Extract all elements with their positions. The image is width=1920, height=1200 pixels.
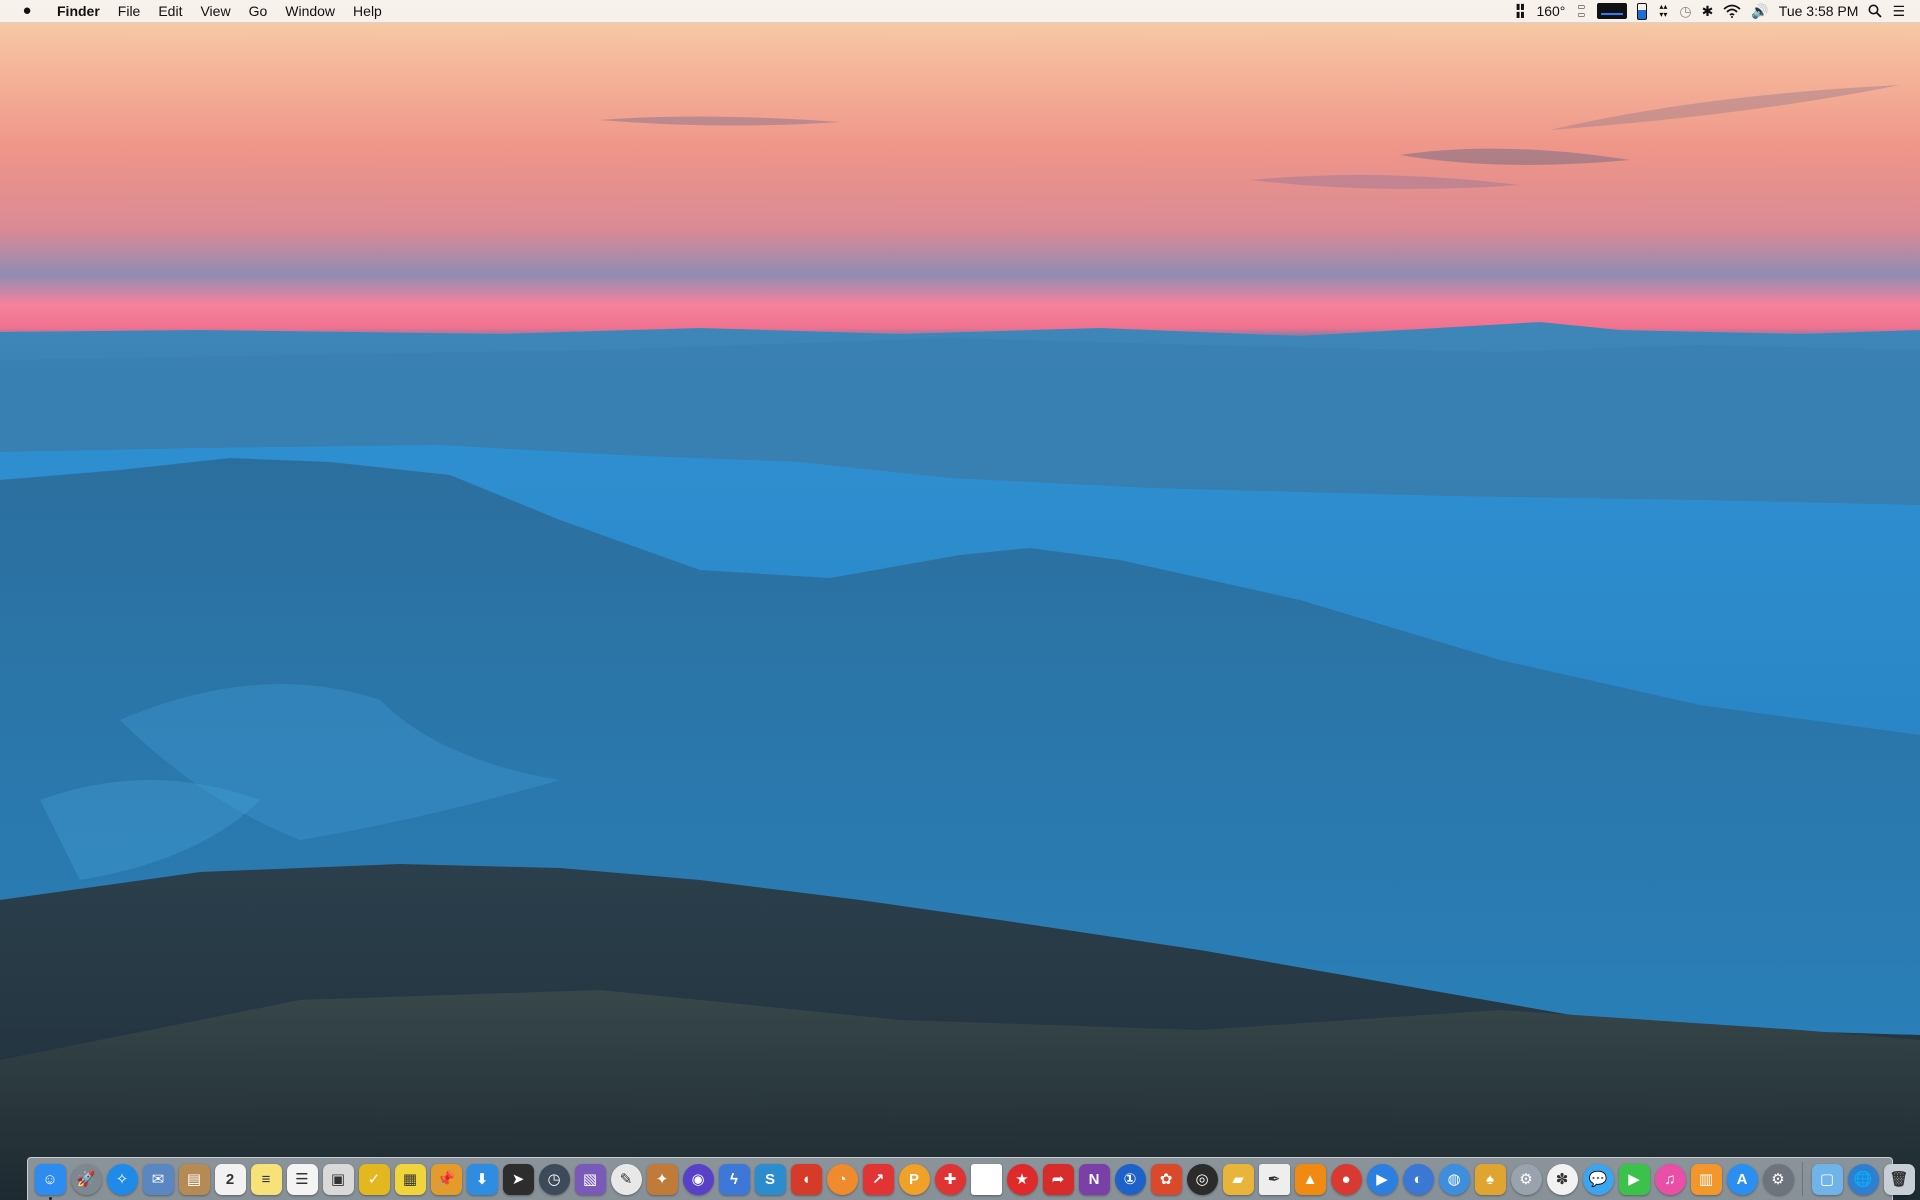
menu-bar: ● Finder File Edit View Go Window Help ▮… <box>0 0 1920 23</box>
dock: ☺ 🚀 ✧ ✉ ▤ 2 ≡ ☰ ▣ ✓ ▦ 📌 ⬇ ➤ ◷ ▧ ✎ ✦ ◉ ϟ S ◖ ◔ ↗ P ✚ ★ ➦ N ① ✿ ◎ ▰ ✒ ▲ ● ▶ ◐ ◍ ♠… <box>27 1157 1915 1200</box>
clock[interactable]: Tue 3:58 PM <box>1774 0 1864 22</box>
itunes-icon[interactable]: ♫ <box>1654 1163 1686 1195</box>
system-stats-icon[interactable]: ▮▮ ▮▮ <box>1509 0 1531 22</box>
globe-purple-icon[interactable]: ◉ <box>682 1163 714 1195</box>
magnifier-glyph <box>1868 4 1883 18</box>
cursor-icon[interactable]: ➤ <box>502 1163 534 1195</box>
menu-help[interactable]: Help <box>344 0 391 22</box>
menu-bar-status-area: ▮▮ ▮▮ 160° ▭ ▭ ▴▴ ▾▾ ◷ ✱ 🔊 Tue 3:58 PM ☰ <box>1509 0 1920 22</box>
flag-icon[interactable]: ➦ <box>1042 1163 1074 1195</box>
quicktime-icon[interactable]: ▶ <box>1366 1163 1398 1195</box>
record-icon[interactable]: ● <box>1330 1163 1362 1195</box>
reminders-icon[interactable]: ☰ <box>286 1163 318 1195</box>
menu-window[interactable]: Window <box>276 0 344 22</box>
wifi-glyph <box>1723 4 1741 18</box>
contacts-icon[interactable]: ▤ <box>178 1163 210 1195</box>
notification-center-icon[interactable]: ☰ <box>1887 0 1910 22</box>
spotlight-search-icon[interactable] <box>1863 0 1887 22</box>
lifesaver-icon[interactable]: ✚ <box>934 1163 966 1195</box>
menu-view[interactable]: View <box>191 0 239 22</box>
script-editor-icon[interactable]: ✎ <box>610 1163 642 1195</box>
apple-menu-icon[interactable]: ● <box>6 0 48 22</box>
finder-icon[interactable]: ☺ <box>34 1163 66 1200</box>
mail-icon[interactable]: ✉ <box>142 1163 174 1195</box>
network-stats-icon[interactable]: ▴▴ ▾▾ <box>1652 0 1674 22</box>
ibooks-icon[interactable]: ▥ <box>1690 1163 1722 1195</box>
istat-icon[interactable]: ◔ <box>826 1163 858 1195</box>
red-star-icon[interactable]: ★ <box>1006 1163 1038 1195</box>
pinwheel-icon[interactable]: ✿ <box>1150 1163 1182 1195</box>
bluetooth-icon[interactable]: ✱ <box>1697 0 1719 22</box>
volume-icon[interactable]: 🔊 <box>1746 0 1773 22</box>
phone-battery-icon[interactable] <box>1632 0 1652 22</box>
app-store-icon[interactable]: A <box>1726 1163 1758 1195</box>
menu-edit[interactable]: Edit <box>149 0 191 22</box>
pin-icon[interactable]: 📌 <box>430 1163 462 1195</box>
scrivener-icon[interactable]: S <box>754 1163 786 1195</box>
screenshot-folder-icon[interactable]: ▢ <box>1811 1163 1843 1195</box>
cpu-graph-icon[interactable] <box>1592 0 1632 22</box>
airship-icon[interactable]: ◖ <box>790 1163 822 1195</box>
menu-go[interactable]: Go <box>240 0 277 22</box>
dock-separator <box>1802 1162 1803 1196</box>
facetime-icon[interactable]: ▶ <box>1618 1163 1650 1195</box>
lightning-icon[interactable]: ϟ <box>718 1163 750 1195</box>
pdf-pen-icon[interactable]: P <box>898 1163 930 1195</box>
menu-bar-left: ● Finder File Edit View Go Window Help <box>0 0 391 22</box>
vlc-icon[interactable]: ▲ <box>1294 1163 1326 1195</box>
messages-icon[interactable]: 💬 <box>1582 1163 1614 1195</box>
blue-circle-icon[interactable]: ◐ <box>1402 1163 1434 1195</box>
dvd-player-icon[interactable]: ◎ <box>1186 1163 1218 1195</box>
safari-icon[interactable]: ✧ <box>106 1163 138 1195</box>
time-machine-menu-icon[interactable]: ◷ <box>1674 0 1696 22</box>
blank-document-icon[interactable] <box>970 1163 1002 1195</box>
notes-icon[interactable]: ≡ <box>250 1163 282 1195</box>
wifi-icon[interactable] <box>1718 0 1746 22</box>
launchpad-icon[interactable]: 🚀 <box>70 1163 102 1195</box>
wallpaper-mountain-landscape <box>0 85 1920 1200</box>
temperature-readout[interactable]: 160° <box>1531 0 1570 22</box>
preview-icon[interactable]: ▣ <box>322 1163 354 1195</box>
time-machine-icon[interactable]: ◷ <box>538 1163 570 1195</box>
1password-icon[interactable]: ① <box>1114 1163 1146 1195</box>
bitcoin-owl-icon[interactable]: ♠ <box>1474 1163 1506 1195</box>
omnifocus-icon[interactable]: ✓ <box>358 1163 390 1195</box>
folder-yellow-icon[interactable]: ▰ <box>1222 1163 1254 1195</box>
photos-icon[interactable]: ✽ <box>1546 1163 1578 1195</box>
calendar-icon[interactable]: 2 <box>214 1163 246 1195</box>
menu-app-name[interactable]: Finder <box>48 0 109 22</box>
onenote-icon[interactable]: N <box>1078 1163 1110 1195</box>
downloads-icon[interactable]: ⬇ <box>466 1163 498 1195</box>
pen-editor-icon[interactable]: ✒ <box>1258 1163 1290 1195</box>
stocks-icon[interactable]: ✦ <box>646 1163 678 1195</box>
chrome-icon[interactable]: ◍ <box>1438 1163 1470 1195</box>
trash-icon[interactable]: 🗑 <box>1883 1163 1915 1195</box>
globe-folder-icon[interactable]: 🌐 <box>1847 1163 1879 1195</box>
stickies-icon[interactable]: ▦ <box>394 1163 426 1195</box>
photo-browser-icon[interactable]: ▧ <box>574 1163 606 1195</box>
pushpin-red-icon[interactable]: ↗ <box>862 1163 894 1195</box>
battery-status-icon[interactable]: ▭ ▭ <box>1570 0 1592 22</box>
gears-icon[interactable]: ⚙ <box>1510 1163 1542 1195</box>
desktop: ● Finder File Edit View Go Window Help ▮… <box>0 0 1920 1200</box>
menu-file[interactable]: File <box>109 0 150 22</box>
system-preferences-icon[interactable]: ⚙ <box>1762 1163 1794 1195</box>
